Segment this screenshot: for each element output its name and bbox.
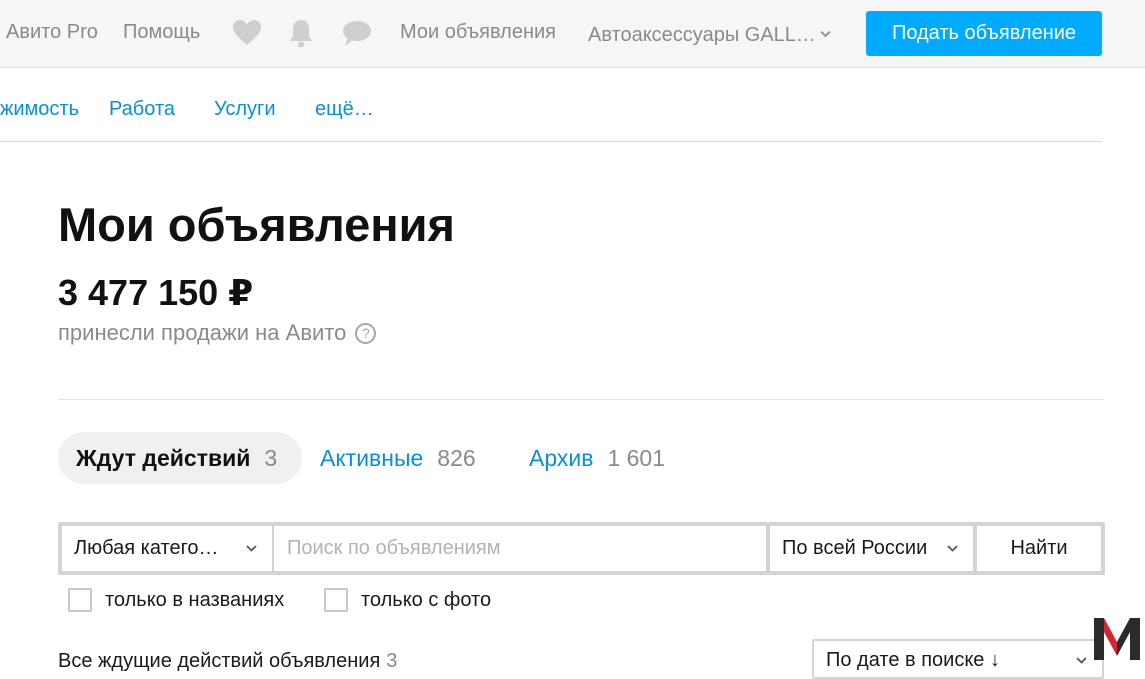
category-select[interactable]: Любая катего… <box>62 526 272 571</box>
sort-select[interactable]: По дате в поиске ↓ <box>812 639 1104 679</box>
checkbox-label: только в названиях <box>105 588 285 611</box>
category-link-more[interactable]: ещё… <box>315 98 374 121</box>
tab-count: 1 601 <box>607 444 666 471</box>
checkbox-box[interactable] <box>68 588 92 612</box>
chat-icon[interactable] <box>341 17 373 49</box>
m-logo-icon <box>1092 614 1142 662</box>
region-select-value: По всей России <box>782 537 928 559</box>
listing-search-bar: Любая катего… По всей России Найти <box>58 522 1105 575</box>
chevron-down-icon <box>245 542 258 555</box>
section-divider <box>58 399 1104 400</box>
category-link-services[interactable]: Услуги <box>214 98 276 121</box>
checkbox-box[interactable] <box>324 588 348 612</box>
tab-count: 3 <box>264 444 278 471</box>
tab-label: Активные <box>320 444 424 471</box>
revenue-caption: принесли продажи на Авито <box>58 320 347 345</box>
account-menu[interactable]: Автоаксессуары GALL… <box>588 21 831 47</box>
tab-label: Архив <box>529 444 594 471</box>
chevron-down-icon <box>946 542 959 555</box>
tab-awaiting-action[interactable]: Ждут действий 3 <box>58 432 302 484</box>
chevron-down-icon <box>1075 654 1088 667</box>
listing-summary-count: 3 <box>386 650 398 672</box>
chevron-down-icon <box>820 21 831 44</box>
revenue-caption-row: принесли продажи на Авито ? <box>58 320 377 346</box>
tab-label: Ждут действий <box>76 444 251 471</box>
top-navigation-bar: Авито Pro Помощь Мои объявления Автоаксе… <box>0 0 1145 68</box>
titles-only-checkbox[interactable]: только в названиях <box>68 588 284 612</box>
category-link-real-estate[interactable]: жимость <box>0 98 79 121</box>
tab-archive[interactable]: Архив 1 601 <box>529 432 665 484</box>
avito-pro-link[interactable]: Авито Pro <box>6 21 98 44</box>
find-button[interactable]: Найти <box>977 526 1101 571</box>
account-name: Автоаксессуары GALL… <box>588 24 816 46</box>
tab-active[interactable]: Активные 826 <box>320 432 476 484</box>
with-photo-checkbox[interactable]: только с фото <box>324 588 491 612</box>
sort-select-value: По дате в поиске ↓ <box>826 649 1000 671</box>
bell-icon[interactable] <box>285 17 317 49</box>
heart-icon[interactable] <box>231 17 263 49</box>
checkbox-label: только с фото <box>361 588 492 611</box>
category-link-jobs[interactable]: Работа <box>109 98 175 121</box>
my-listings-link[interactable]: Мои объявления <box>400 21 556 44</box>
listing-summary-text: Все ждущие действий объявления <box>58 650 381 672</box>
page-title: Мои объявления <box>58 198 455 251</box>
post-listing-button[interactable]: Подать объявление <box>866 11 1102 56</box>
tab-count: 826 <box>437 444 476 471</box>
revenue-amount: 3 477 150 ₽ <box>58 272 254 313</box>
question-icon[interactable]: ? <box>355 322 377 344</box>
help-link[interactable]: Помощь <box>123 21 200 44</box>
region-select[interactable]: По всей России <box>770 526 973 571</box>
category-navigation: жимость Работа Услуги ещё… <box>0 68 1102 142</box>
category-select-value: Любая катего… <box>74 537 219 559</box>
search-input[interactable] <box>274 526 766 571</box>
